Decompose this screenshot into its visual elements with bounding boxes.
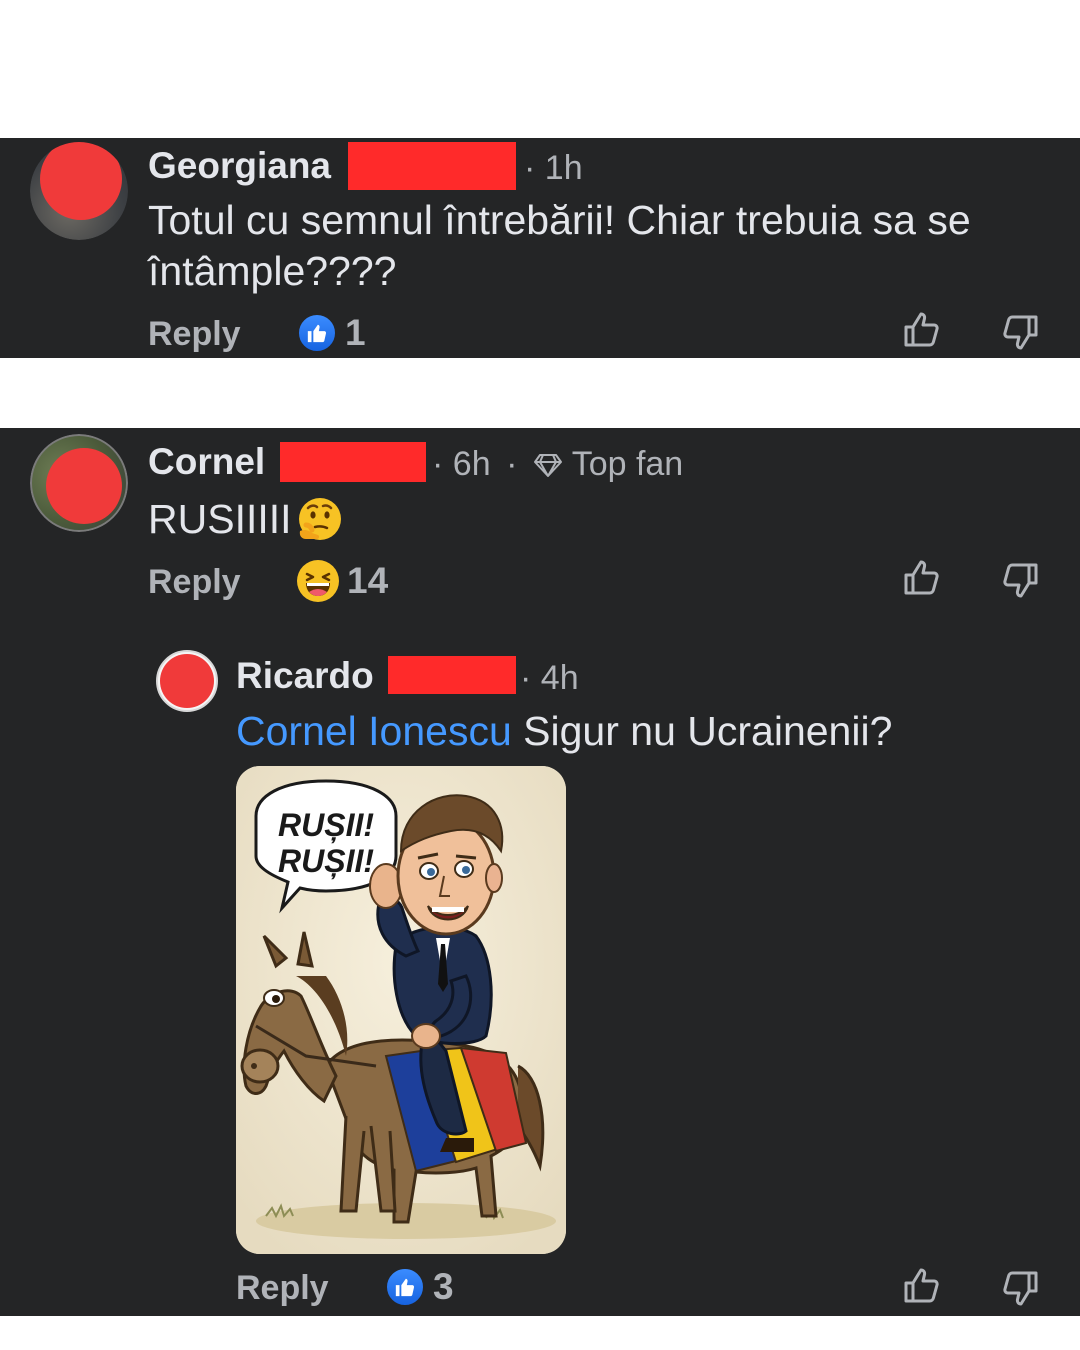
reaction-summary[interactable]: 3 <box>385 1266 454 1308</box>
thinking-face-icon <box>298 497 341 540</box>
redaction-bar <box>388 656 516 694</box>
redaction-bar <box>348 142 516 190</box>
comment-timestamp[interactable]: 1h <box>545 149 583 187</box>
attached-image[interactable]: RUȘII! RUȘII! <box>236 766 566 1254</box>
upvote-icon[interactable] <box>900 308 944 352</box>
comment-meta: · 4h <box>520 659 579 697</box>
comment-author[interactable]: Georgiana <box>148 144 331 188</box>
comment-meta: · 1h <box>524 149 583 187</box>
reaction-count: 14 <box>347 560 389 601</box>
comment-timestamp[interactable]: 6h <box>453 445 491 483</box>
like-icon <box>297 313 337 353</box>
avatar[interactable] <box>30 434 128 532</box>
speech-line-2: RUȘII! <box>278 843 374 879</box>
diamond-icon <box>533 454 562 477</box>
haha-icon <box>297 560 339 602</box>
reply-button[interactable]: Reply <box>236 1268 329 1308</box>
speech-line-1: RUȘII! <box>278 807 374 843</box>
reply-button[interactable]: Reply <box>148 562 241 602</box>
comment-cornel: Cornel · 6h · Top fan RUSIIIII Reply 14 … <box>0 428 1080 1316</box>
avatar[interactable] <box>30 142 128 240</box>
downvote-icon[interactable] <box>998 558 1042 602</box>
comment-author[interactable]: Cornel <box>148 440 265 484</box>
downvote-icon[interactable] <box>998 310 1042 354</box>
comment-author[interactable]: Ricardo <box>236 654 374 698</box>
redaction-bar <box>280 442 426 482</box>
mention-link[interactable]: Cornel Ionescu <box>236 708 512 754</box>
comment-text: RUSIIIII <box>148 494 344 545</box>
comment-georgiana: Georgiana · 1h Totul cu semnul întrebări… <box>0 138 1080 358</box>
avatar[interactable] <box>156 650 218 712</box>
upvote-icon[interactable] <box>900 556 944 600</box>
reply-button[interactable]: Reply <box>148 314 241 354</box>
reaction-count: 3 <box>433 1266 454 1307</box>
upvote-icon[interactable] <box>900 1264 944 1308</box>
comment-timestamp[interactable]: 4h <box>541 659 579 697</box>
comment-text: Cornel Ionescu Sigur nu Ucrainenii? <box>236 708 893 754</box>
comment-meta: · 6h · Top fan <box>432 445 684 483</box>
comment-text: Totul cu semnul întrebării! Chiar trebui… <box>148 197 971 294</box>
reaction-count: 1 <box>345 312 366 353</box>
reaction-summary[interactable]: 14 <box>297 560 388 602</box>
downvote-icon[interactable] <box>998 1266 1042 1310</box>
cartoon-illustration: RUȘII! RUȘII! <box>236 766 566 1254</box>
reaction-summary[interactable]: 1 <box>297 312 366 354</box>
top-fan-badge: Top fan <box>571 445 684 483</box>
like-icon <box>385 1267 425 1307</box>
